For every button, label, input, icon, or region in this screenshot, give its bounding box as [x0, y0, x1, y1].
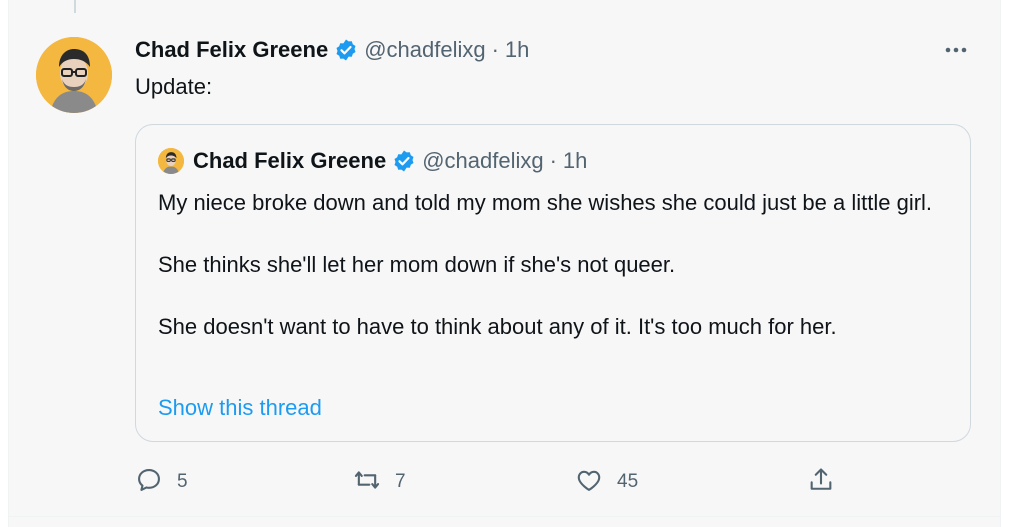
show-thread-link[interactable]: Show this thread [158, 393, 322, 423]
reply-button[interactable]: 5 [135, 466, 188, 498]
separator-dot: · [549, 148, 557, 173]
author-name[interactable]: Chad Felix Greene [135, 37, 328, 63]
tweet-actions: 5 7 45 [135, 466, 835, 498]
divider [8, 0, 9, 527]
retweet-icon [353, 466, 381, 499]
retweet-button[interactable]: 7 [353, 466, 406, 498]
retweet-count: 7 [395, 471, 406, 492]
like-count: 45 [617, 471, 639, 492]
verified-badge-icon [334, 38, 358, 62]
quoted-paragraph: She doesn't want to have to think about … [158, 314, 837, 339]
avatar[interactable] [36, 37, 112, 113]
divider [8, 516, 1000, 517]
tweet-text: Update: [135, 74, 213, 99]
tweet-header: Chad Felix Greene @chadfelixg · 1h [135, 34, 529, 66]
thread-connector-line [74, 0, 76, 13]
quoted-paragraph: My niece broke down and told my mom she … [158, 190, 933, 215]
heart-icon [575, 466, 603, 499]
reply-count: 5 [177, 471, 188, 492]
quoted-tweet-text: My niece broke down and told my mom she … [158, 187, 958, 342]
divider [1000, 0, 1001, 527]
timestamp[interactable]: 1h [505, 37, 529, 63]
reply-icon [135, 466, 163, 499]
more-icon[interactable] [934, 34, 978, 66]
share-icon [807, 466, 835, 499]
quoted-author-name: Chad Felix Greene [193, 148, 387, 173]
share-button[interactable] [807, 466, 835, 498]
quoted-tweet[interactable]: Chad Felix Greene @chadfelixg · 1h My ni… [135, 124, 971, 442]
separator-dot: · [491, 37, 499, 62]
quoted-author-handle: @chadfelixg [422, 148, 544, 173]
quoted-tweet-header: Chad Felix Greene @chadfelixg · 1h [158, 145, 587, 177]
like-button[interactable]: 45 [575, 466, 638, 498]
quoted-paragraph: She thinks she'll let her mom down if sh… [158, 252, 676, 277]
avatar [158, 148, 184, 174]
verified-badge-icon [392, 149, 416, 173]
author-handle[interactable]: @chadfelixg [364, 37, 485, 63]
quoted-timestamp: 1h [562, 148, 588, 173]
